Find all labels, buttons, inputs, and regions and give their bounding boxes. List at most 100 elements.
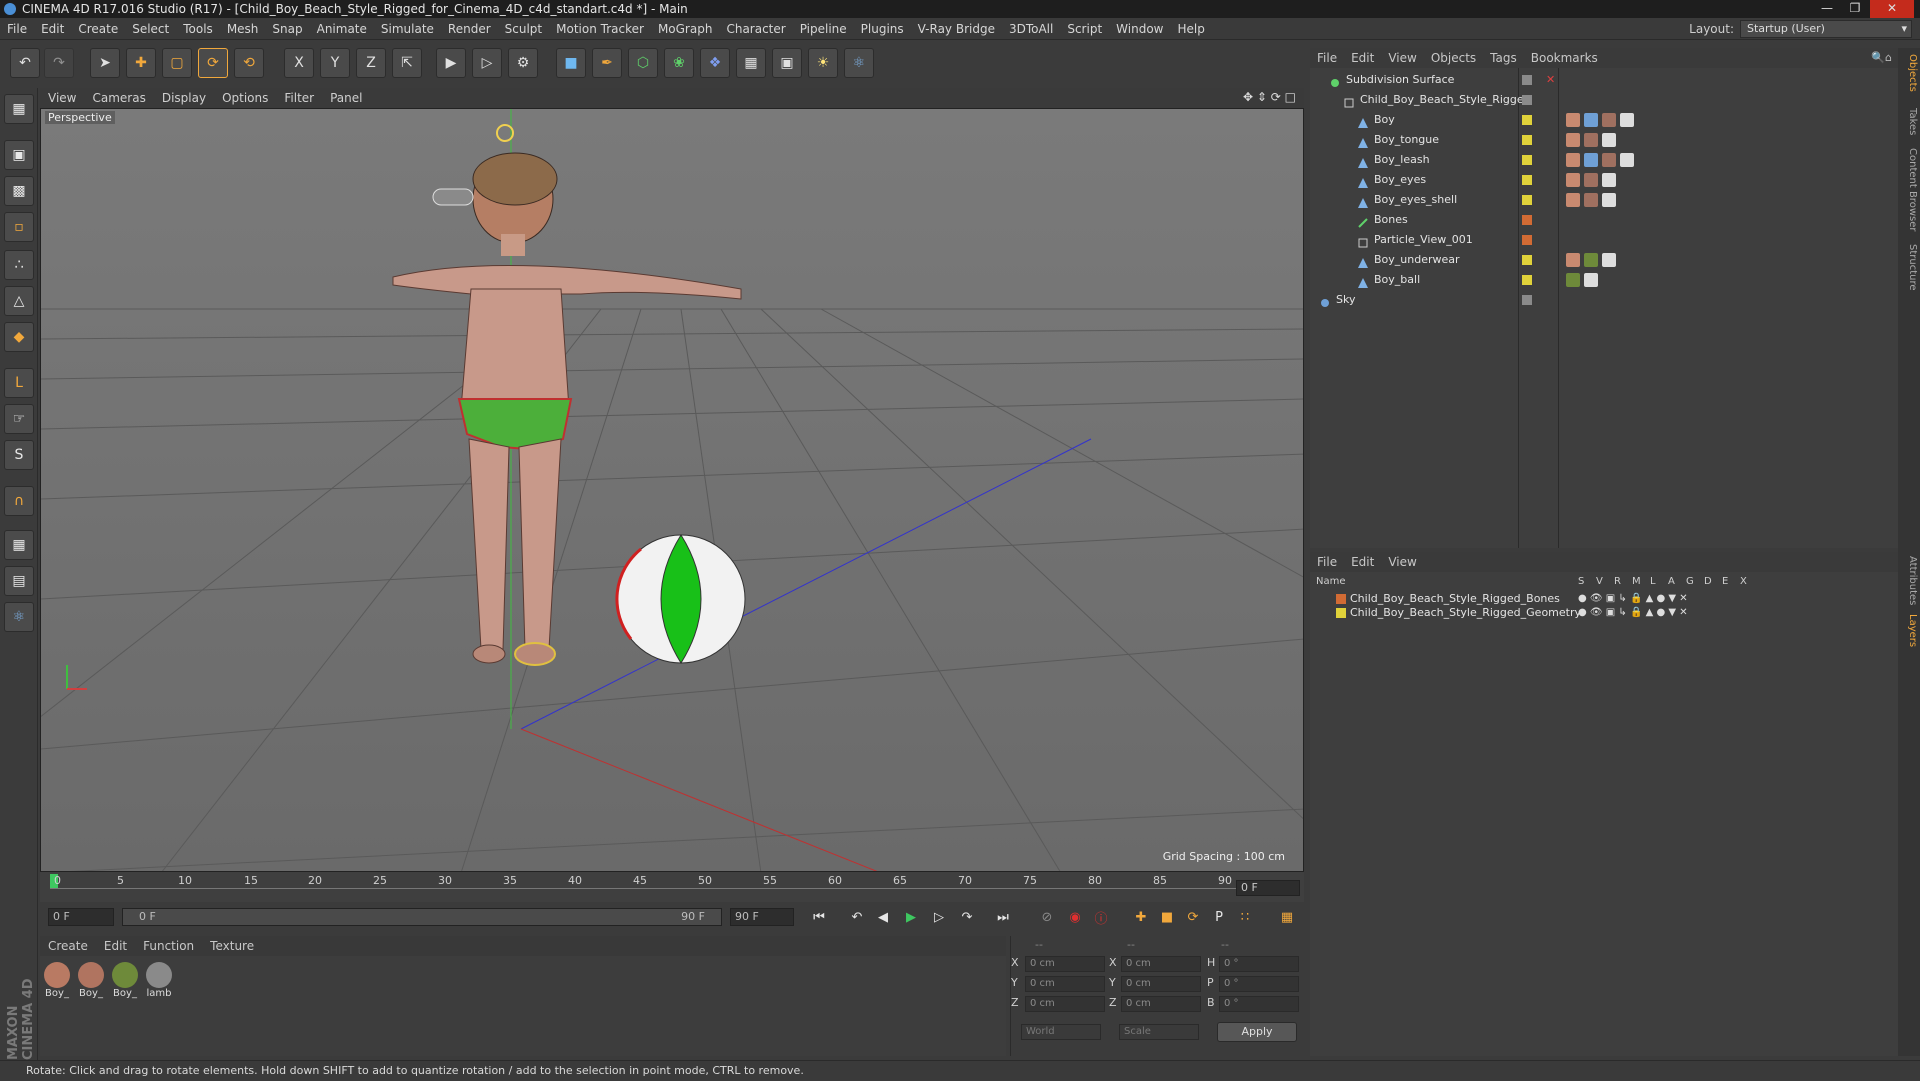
go-to-end-icon[interactable]: ⏭ [992,907,1014,927]
object-row[interactable]: Boy_underwear [1310,250,1898,270]
record-keys-icon[interactable]: ◉ [1064,907,1086,927]
rotation-b-field[interactable]: 0 ° [1219,996,1299,1012]
maximize-button[interactable]: ❐ [1842,0,1868,18]
menu-snap[interactable]: Snap [265,18,309,40]
menu-character[interactable]: Character [719,18,792,40]
object-row[interactable]: Boy_eyes [1310,170,1898,190]
menu-mograph[interactable]: MoGraph [651,18,720,40]
key-position-icon[interactable]: ✚ [1130,907,1152,927]
key-rotation-icon[interactable]: ⟳ [1182,907,1204,927]
deformer-icon[interactable]: ❖ [700,48,730,78]
snap-icon[interactable]: S [4,440,34,470]
menu-script[interactable]: Script [1060,18,1109,40]
object-row[interactable]: Boy [1310,110,1898,130]
object-row[interactable]: Boy_tongue [1310,130,1898,150]
texture-mode-icon[interactable]: ▩ [4,176,34,206]
viewport-menu-view[interactable]: View [40,88,84,108]
3d-viewport[interactable]: Perspective Grid Spacing : 100 cm [40,108,1304,872]
points-mode-icon[interactable]: ∴ [4,250,34,280]
object-row[interactable]: Boy_ball [1310,270,1898,290]
viewport-menu-filter[interactable]: Filter [276,88,322,108]
mograph-cloner-icon[interactable]: ❀ [664,48,694,78]
material-thumbnail[interactable]: Boy_ [42,962,72,999]
close-button[interactable]: ✕ [1870,0,1914,18]
menu-create[interactable]: Create [71,18,125,40]
start-frame-field[interactable]: 0 F [48,908,114,926]
planar-workplane-icon[interactable]: ▤ [4,566,34,596]
render-view-icon[interactable]: ▶ [436,48,466,78]
layer-toggle-icons[interactable]: ● 👁 ▣ ↳ 🔒 ▲ ● ▼ ✕ [1578,606,1688,620]
current-frame-field[interactable]: 0 F [1236,880,1300,896]
material-menu-function[interactable]: Function [135,936,202,956]
tweak-mode-icon[interactable]: ☞ [4,404,34,434]
tab-objects[interactable]: Objects [1900,54,1918,92]
floor-scene-icon[interactable]: ▦ [736,48,766,78]
previous-frame-icon[interactable]: ◀ [872,907,894,927]
menu-simulate[interactable]: Simulate [374,18,441,40]
undo-icon[interactable]: ↶ [10,48,40,78]
z-axis-lock-icon[interactable]: Z [356,48,386,78]
size-mode-dropdown[interactable]: Scale [1119,1024,1199,1040]
layer-row[interactable]: Child_Boy_Beach_Style_Rigged_Geometry ● … [1310,606,1898,620]
autokey-icon[interactable]: ⓘ [1090,907,1112,927]
menu-motion-tracker[interactable]: Motion Tracker [549,18,651,40]
menu-animate[interactable]: Animate [310,18,374,40]
material-menu-texture[interactable]: Texture [202,936,262,956]
coordinate-system-icon[interactable]: ⇱ [392,48,422,78]
size-x-field[interactable]: 0 cm [1121,956,1201,972]
om-menu-view[interactable]: View [1381,48,1423,68]
menu-file[interactable]: File [0,18,34,40]
menu-plugins[interactable]: Plugins [854,18,911,40]
material-menu-create[interactable]: Create [40,936,96,956]
lm-menu-view[interactable]: View [1381,552,1423,572]
viewport-menu-cameras[interactable]: Cameras [84,88,153,108]
material-thumbnail[interactable]: Boy_ [110,962,140,999]
redo-icon[interactable]: ↷ [44,48,74,78]
viewport-nav-icons[interactable]: ✥ ⇕ ⟳ □ [1243,90,1296,104]
layer-row[interactable]: Child_Boy_Beach_Style_Rigged_Bones ● 👁 ▣… [1310,592,1898,606]
move-icon[interactable]: ✚ [126,48,156,78]
render-picture-viewer-icon[interactable]: ▷ [472,48,502,78]
material-thumbnail[interactable]: lamb [144,962,174,999]
menu-mesh[interactable]: Mesh [220,18,266,40]
om-menu-file[interactable]: File [1310,48,1344,68]
key-scale-icon[interactable]: ■ [1156,907,1178,927]
menu-sculpt[interactable]: Sculpt [498,18,549,40]
om-menu-objects[interactable]: Objects [1424,48,1483,68]
viewport-menu-display[interactable]: Display [154,88,214,108]
menu-select[interactable]: Select [125,18,176,40]
lm-menu-edit[interactable]: Edit [1344,552,1381,572]
scale-icon[interactable]: ▢ [162,48,192,78]
subdivision-icon[interactable]: ⬡ [628,48,658,78]
menu-render[interactable]: Render [441,18,498,40]
viewport-menu-options[interactable]: Options [214,88,276,108]
menu-tools[interactable]: Tools [176,18,220,40]
size-z-field[interactable]: 0 cm [1121,996,1201,1012]
layer-color-swatch[interactable] [1336,594,1346,604]
next-key-icon[interactable]: ↷ [956,907,978,927]
tab-structure[interactable]: Structure [1900,244,1918,291]
object-row[interactable]: Child_Boy_Beach_Style_Rigged [1310,90,1898,110]
object-row[interactable]: Subdivision Surface ✕ [1310,70,1898,90]
object-row[interactable]: Particle_View_001 [1310,230,1898,250]
key-parameter-icon[interactable]: P [1208,907,1230,927]
key-pla-icon[interactable]: ∷ [1234,907,1256,927]
edges-mode-icon[interactable]: △ [4,286,34,316]
lm-menu-file[interactable]: File [1310,552,1344,572]
timeline-window-icon[interactable]: ▦ [1276,907,1298,927]
cube-primitive-icon[interactable]: ■ [556,48,586,78]
rotation-h-field[interactable]: 0 ° [1219,956,1299,972]
light-icon[interactable]: ☀ [808,48,838,78]
viewport-menu-panel[interactable]: Panel [322,88,370,108]
timeline-ruler[interactable]: 0 5 10 15 20 25 30 35 40 45 50 55 60 65 … [40,872,1304,902]
material-menu-edit[interactable]: Edit [96,936,135,956]
camera-icon[interactable]: ▣ [772,48,802,78]
object-row[interactable]: Sky [1310,290,1898,310]
menu-help[interactable]: Help [1170,18,1211,40]
workplane-icon[interactable]: ▫ [4,212,34,242]
play-icon[interactable]: ▶ [900,907,922,927]
apply-button[interactable]: Apply [1217,1022,1297,1042]
tab-content-browser[interactable]: Content Browser [1900,148,1918,231]
beach-ball-model[interactable] [615,534,746,664]
end-frame-field[interactable]: 90 F [730,908,794,926]
